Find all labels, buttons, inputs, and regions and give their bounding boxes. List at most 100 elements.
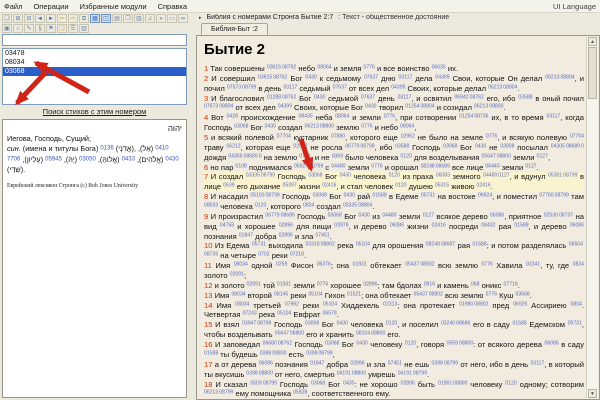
strongs-number-link[interactable]: 0120 — [386, 321, 397, 327]
strongs-number-link[interactable]: 0433 — [122, 156, 135, 162]
cascade-windows-icon[interactable]: ⊟ — [24, 14, 34, 23]
strongs-number-link[interactable]: 08800 — [488, 104, 503, 110]
strongs-number-link[interactable]: 05437 — [414, 291, 428, 297]
strongs-number-link[interactable]: 01980 — [459, 301, 473, 307]
strongs-number-link[interactable]: 06779 — [265, 212, 279, 218]
strongs-number-link[interactable]: 02896 — [279, 232, 293, 238]
vertical-scrollbar[interactable]: ▲ ▼ — [586, 37, 598, 398]
strongs-number-link[interactable]: 07218 — [290, 252, 304, 258]
strongs-number-link[interactable]: 01931 — [353, 262, 367, 268]
strongs-number-link[interactable]: 02896 — [279, 222, 293, 228]
strongs-number-link[interactable]: 08064 — [400, 124, 414, 130]
strongs-number-link[interactable]: 0430 — [340, 173, 351, 179]
strongs-number-link[interactable]: 08034 — [231, 291, 245, 297]
strongs-number-link[interactable]: 0430 — [337, 321, 348, 327]
strongs-number-link[interactable]: 06213 — [474, 104, 488, 110]
strongs-number-link[interactable]: 01588 — [514, 222, 528, 228]
strongs-number-link[interactable]: 08799 — [241, 84, 256, 90]
strongs-number-link[interactable]: 06942 — [454, 94, 468, 100]
strongs-number-link[interactable]: 0398 — [306, 350, 317, 356]
strongs-number-input[interactable] — [2, 34, 187, 46]
strongs-number-link[interactable]: 02896 — [363, 281, 377, 287]
tab-bible-gen-2[interactable]: Библия-Быт :2 — [201, 23, 268, 35]
copy-page-icon[interactable]: ❐ — [123, 14, 133, 23]
strongs-number-link[interactable]: 08800 — [319, 124, 334, 130]
strongs-number-link[interactable]: 08800 — [458, 341, 473, 347]
strongs-list-item[interactable]: 03068 — [3, 67, 186, 76]
strongs-number-link[interactable]: 02313 — [383, 301, 397, 307]
strongs-number-link[interactable]: 08762 — [469, 94, 484, 100]
strongs-number-link[interactable]: 0834 — [303, 203, 314, 209]
strongs-number-link[interactable]: 06086 — [390, 222, 404, 228]
strongs-number-link[interactable]: 03588 — [518, 94, 532, 100]
strongs-number-link[interactable]: 05945 — [45, 156, 62, 162]
strongs-number-link[interactable]: 06635 — [432, 65, 446, 71]
strongs-list-item[interactable]: 03478 — [3, 49, 186, 58]
strongs-number-link[interactable]: 01521 — [347, 291, 361, 297]
strongs-number-link[interactable]: 05828 — [293, 390, 307, 396]
strongs-number-link[interactable]: 06680 — [263, 341, 277, 347]
strongs-number-link[interactable]: 04480 — [483, 173, 497, 179]
strongs-toggle-icon[interactable]: ▦ — [90, 14, 100, 23]
strongs-number-link[interactable]: 0430 — [356, 341, 367, 347]
strongs-number-link[interactable]: 06213 — [545, 74, 559, 80]
strongs-number-link[interactable]: 08804 — [419, 104, 434, 110]
strongs-number-link[interactable]: 02896 — [401, 380, 415, 386]
strongs-number-link[interactable]: 02962 — [293, 143, 307, 149]
strongs-number-link[interactable]: 0804 — [571, 301, 582, 307]
strongs-number-link[interactable]: 03068 — [443, 143, 457, 149]
strongs-number-link[interactable]: 0430 — [343, 380, 354, 386]
module-icon[interactable]: ▥ — [79, 24, 89, 33]
strongs-number-link[interactable]: 08800 — [271, 350, 286, 356]
strongs-number-link[interactable]: 08799 — [554, 193, 569, 199]
menu-item-3[interactable]: Избранные модули — [80, 2, 147, 11]
strongs-number-link[interactable]: 03050 — [79, 156, 96, 162]
strongs-number-link[interactable]: 03568 — [516, 291, 530, 297]
strongs-number-link[interactable]: 06086 — [259, 360, 273, 366]
strongs-number-link[interactable]: 02962 — [401, 134, 415, 140]
strongs-number-link[interactable]: 03068 — [311, 380, 325, 386]
strongs-number-link[interactable]: 03068 — [308, 173, 322, 179]
strongs-number-link[interactable]: 08804 — [502, 84, 517, 90]
strongs-number-list[interactable]: 034780803403068 — [2, 48, 187, 105]
strongs-number-link[interactable]: 01847 — [239, 232, 253, 238]
strongs-number-link[interactable]: 04305 — [551, 143, 565, 149]
strongs-number-link[interactable]: 03335 — [246, 173, 260, 179]
search-verses-button[interactable]: Поиск стихов с этим номером — [2, 106, 187, 118]
scroll-down-arrow-icon[interactable]: ▼ — [588, 389, 597, 398]
strongs-number-link[interactable]: 0120 — [389, 173, 400, 179]
strongs-number-link[interactable]: 0 — [258, 153, 262, 159]
strongs-number-link[interactable]: 08689 — [565, 143, 580, 149]
strongs-number-link[interactable]: 0834 — [573, 262, 584, 268]
strongs-number-link[interactable]: 08804 — [357, 203, 372, 209]
strongs-number-link[interactable]: 08799 — [262, 380, 277, 386]
table-view-icon[interactable]: ▤ — [112, 14, 122, 23]
strongs-number-link[interactable]: 05104 — [356, 242, 370, 248]
strongs-number-link[interactable]: 08034 — [234, 262, 248, 268]
strongs-number-link[interactable]: 03335 — [343, 203, 357, 209]
strongs-number-link[interactable]: 0120 — [405, 341, 416, 347]
strongs-number-link[interactable]: 0369 — [332, 153, 343, 159]
strongs-number-link[interactable]: 06213 — [305, 124, 319, 130]
strongs-number-link[interactable]: 07673 — [227, 84, 241, 90]
strongs-number-link[interactable]: 02091 — [247, 281, 261, 287]
strongs-number-link[interactable]: 03068 — [313, 193, 327, 199]
strongs-number-link[interactable]: 05104 — [308, 291, 322, 297]
tree-view-icon[interactable]: ☰ — [68, 24, 78, 33]
strongs-number-link[interactable]: 06213 — [204, 390, 218, 396]
next-module-icon[interactable]: ⇨ — [68, 14, 78, 23]
strongs-number-link[interactable]: 04191 — [337, 370, 351, 376]
strongs-number-link[interactable]: 08799 — [265, 193, 280, 199]
strongs-number-link[interactable]: 08800 — [370, 331, 385, 337]
strongs-number-link[interactable]: 08800 — [496, 153, 511, 159]
strongs-number-link[interactable]: 05301 — [548, 173, 562, 179]
stop-icon[interactable]: ● — [156, 14, 166, 23]
strongs-number-link[interactable]: 07992 — [285, 301, 299, 307]
strongs-number-link[interactable]: 08800 — [452, 380, 467, 386]
strongs-number-link[interactable]: 05731 — [252, 242, 266, 248]
folder-icon[interactable]: ❏ — [57, 24, 67, 33]
strongs-number-link[interactable]: 08802 — [320, 242, 335, 248]
print-icon[interactable]: ▥ — [134, 14, 144, 23]
strongs-number-link[interactable]: 06212 — [226, 143, 240, 149]
strongs-number-link[interactable]: 05193 — [250, 193, 264, 199]
